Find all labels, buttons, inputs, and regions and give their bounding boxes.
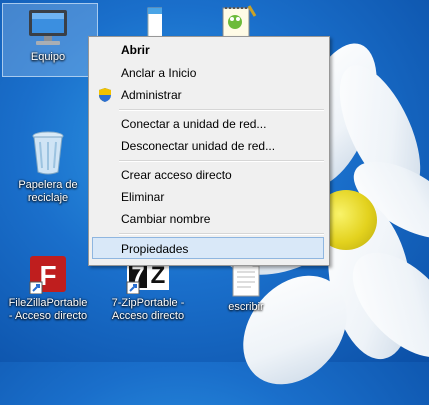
document-icon bbox=[122, 4, 169, 40]
desktop-icon-equipo[interactable]: Equipo bbox=[6, 8, 90, 64]
svg-text:Z: Z bbox=[151, 262, 166, 289]
recycle-bin-icon bbox=[28, 128, 68, 176]
menu-item-propiedades[interactable]: Propiedades bbox=[92, 237, 324, 259]
uac-shield-icon bbox=[97, 87, 113, 103]
menu-item-abrir[interactable]: Abrir bbox=[92, 39, 324, 61]
filezilla-icon: F bbox=[28, 254, 68, 295]
menu-item-eliminar[interactable]: Eliminar bbox=[92, 186, 324, 208]
menu-item-label: Desconectar unidad de red... bbox=[121, 139, 276, 153]
menu-item-conectar-unidad-red[interactable]: Conectar a unidad de red... bbox=[92, 113, 324, 135]
menu-item-desconectar-unidad-red[interactable]: Desconectar unidad de red... bbox=[92, 135, 324, 157]
notepad-frog-icon bbox=[215, 4, 259, 40]
desktop-icon-recycle-bin[interactable]: Papelera de reciclaje bbox=[6, 128, 90, 205]
computer-icon bbox=[25, 8, 71, 48]
menu-item-label: Propiedades bbox=[121, 242, 189, 256]
menu-separator bbox=[119, 109, 324, 111]
menu-item-label: Eliminar bbox=[121, 190, 165, 204]
menu-item-label: Crear acceso directo bbox=[121, 168, 232, 182]
desktop-icon-label: FileZillaPortable - Acceso directo bbox=[8, 297, 88, 322]
menu-item-crear-acceso-directo[interactable]: Crear acceso directo bbox=[92, 164, 324, 186]
desktop-icon-label: Equipo bbox=[30, 51, 66, 63]
menu-item-cambiar-nombre[interactable]: Cambiar nombre bbox=[92, 208, 324, 230]
menu-separator bbox=[119, 160, 324, 162]
context-menu: Abrir Anclar a Inicio Administrar Conect… bbox=[88, 36, 330, 266]
desktop-icon-label: Papelera de reciclaje bbox=[18, 179, 78, 204]
menu-item-label: Cambiar nombre bbox=[121, 212, 211, 226]
menu-item-label: Conectar a unidad de red... bbox=[121, 117, 267, 131]
desktop-icon-filezilla[interactable]: F FileZillaPortable - Acceso directo bbox=[6, 254, 90, 323]
desktop-icon-label: 7-ZipPortable - Acceso directo bbox=[111, 297, 185, 322]
menu-item-label: Administrar bbox=[121, 88, 182, 102]
menu-item-anclar-inicio[interactable]: Anclar a Inicio bbox=[92, 62, 324, 84]
menu-item-administrar[interactable]: Administrar bbox=[92, 84, 324, 106]
menu-item-label: Abrir bbox=[121, 43, 150, 57]
desktop-icon-escribir[interactable]: escribir bbox=[204, 258, 288, 314]
menu-separator bbox=[119, 233, 324, 235]
desktop-icon-label: escribir bbox=[228, 301, 264, 313]
menu-item-label: Anclar a Inicio bbox=[121, 66, 197, 80]
